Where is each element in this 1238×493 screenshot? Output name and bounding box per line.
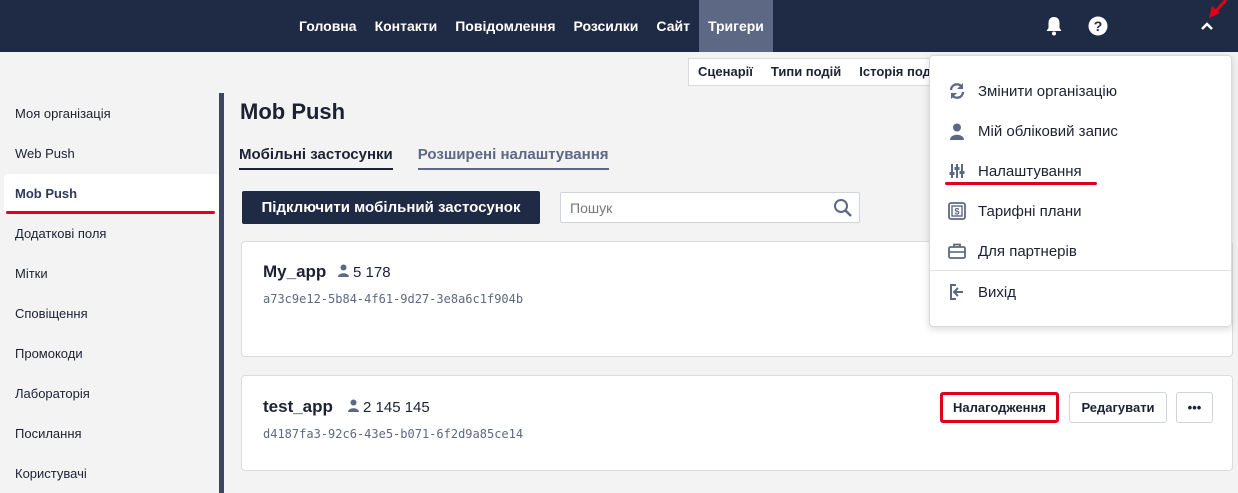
svg-text:?: ? — [1094, 18, 1103, 34]
top-navbar: Головна Контакти Повідомлення Розсилки С… — [0, 0, 1238, 52]
menu-item-logout[interactable]: Вихід — [930, 272, 1231, 312]
menu-item-label: Налаштування — [978, 162, 1082, 180]
menu-item-label: Вихід — [978, 283, 1016, 301]
search-input[interactable] — [561, 193, 821, 222]
sidebar-item-users[interactable]: Користувачі — [0, 454, 220, 493]
sidebar-item-links[interactable]: Посилання — [0, 414, 220, 454]
account-dropdown-menu: Змінити організацію Мій обліковий запис … — [929, 55, 1232, 327]
sidebar-item-web-push[interactable]: Web Push — [0, 134, 220, 174]
annotation-arrow — [1209, 0, 1228, 18]
triggers-subnav: Сценарії Типи подій Історія поді — [688, 58, 938, 86]
app-users: 5 178 — [338, 264, 391, 281]
menu-divider — [930, 270, 1231, 271]
nav-mailings[interactable]: Розсилки — [565, 0, 648, 52]
user-icon — [348, 399, 359, 416]
search-icon[interactable] — [833, 198, 853, 223]
nav-triggers[interactable]: Тригери — [698, 0, 773, 52]
sidebar-item-promocodes[interactable]: Промокоди — [0, 334, 220, 374]
menu-item-label: Тарифні плани — [978, 202, 1082, 220]
help-icon[interactable]: ? — [1086, 14, 1110, 38]
menu-item-label: Мій обліковий запис — [978, 122, 1118, 140]
page-title: Mob Push — [240, 99, 346, 124]
tab-mobile-apps[interactable]: Мобільні застосунки — [239, 146, 393, 170]
content-tabs: Мобільні застосунки Розширені налаштуван… — [239, 146, 634, 170]
menu-item-change-organization[interactable]: Змінити організацію — [930, 71, 1231, 111]
logout-icon — [947, 282, 967, 302]
debug-button[interactable]: Налагодження — [940, 392, 1059, 423]
sidebar-item-laboratory[interactable]: Лабораторія — [0, 374, 220, 414]
app-users-count: 2 145 145 — [363, 399, 430, 416]
bell-icon[interactable] — [1042, 14, 1066, 38]
connect-app-button[interactable]: Підключити мобільний застосунок — [242, 191, 540, 224]
nav-site[interactable]: Сайт — [647, 0, 699, 52]
menu-item-pricing-plans[interactable]: $ Тарифні плани — [930, 191, 1231, 231]
nav-messages[interactable]: Повідомлення — [446, 0, 564, 52]
menu-item-my-account[interactable]: Мій обліковий запис — [930, 111, 1231, 151]
money-icon: $ — [947, 201, 967, 221]
menu-item-label: Для партнерів — [978, 242, 1077, 260]
user-icon — [338, 264, 349, 281]
tab-advanced-settings[interactable]: Розширені налаштування — [417, 146, 609, 170]
edit-button[interactable]: Редагувати — [1069, 392, 1167, 423]
annotation-underline — [945, 182, 1097, 185]
svg-text:$: $ — [954, 207, 959, 217]
app-name[interactable]: test_app — [263, 397, 333, 417]
user-icon — [947, 121, 967, 141]
briefcase-icon — [947, 241, 967, 261]
sidebar-item-my-organization[interactable]: Моя організація — [0, 94, 220, 134]
menu-item-label: Змінити організацію — [978, 82, 1117, 100]
search-box — [560, 192, 860, 223]
sidebar-item-custom-fields[interactable]: Додаткові поля — [0, 214, 220, 254]
sidebar-item-mob-push[interactable]: Mob Push — [4, 174, 220, 214]
nav-contacts[interactable]: Контакти — [366, 0, 447, 52]
sidebar-divider — [219, 93, 224, 493]
app-name[interactable]: My_app — [263, 262, 326, 282]
main-nav: Головна Контакти Повідомлення Розсилки С… — [290, 0, 773, 52]
subnav-scenarios[interactable]: Сценарії — [689, 59, 762, 85]
menu-item-settings[interactable]: Налаштування — [930, 151, 1231, 191]
refresh-icon — [947, 81, 967, 101]
app-card: test_app 2 145 145 d4187fa3-92c6-43e5-b0… — [241, 375, 1233, 471]
app-users: 2 145 145 — [348, 399, 430, 416]
app-id: a73c9e12-5b84-4f61-9d27-3e8a6c1f904b — [263, 292, 524, 306]
nav-home[interactable]: Головна — [290, 0, 366, 52]
subnav-event-history[interactable]: Історія поді — [850, 59, 937, 85]
more-options-button[interactable]: ••• — [1176, 392, 1213, 423]
app-id: d4187fa3-92c6-43e5-b071-6f2d9a85ce14 — [263, 427, 524, 441]
app-users-count: 5 178 — [353, 264, 391, 281]
sliders-icon — [947, 161, 967, 181]
menu-item-for-partners[interactable]: Для партнерів — [930, 231, 1231, 271]
settings-sidebar: Моя організація Web Push Mob Push Додатк… — [0, 94, 220, 493]
annotation-underline — [6, 211, 215, 214]
sidebar-item-tags[interactable]: Мітки — [0, 254, 220, 294]
sidebar-item-notifications[interactable]: Сповіщення — [0, 294, 220, 334]
subnav-event-types[interactable]: Типи подій — [762, 59, 850, 85]
